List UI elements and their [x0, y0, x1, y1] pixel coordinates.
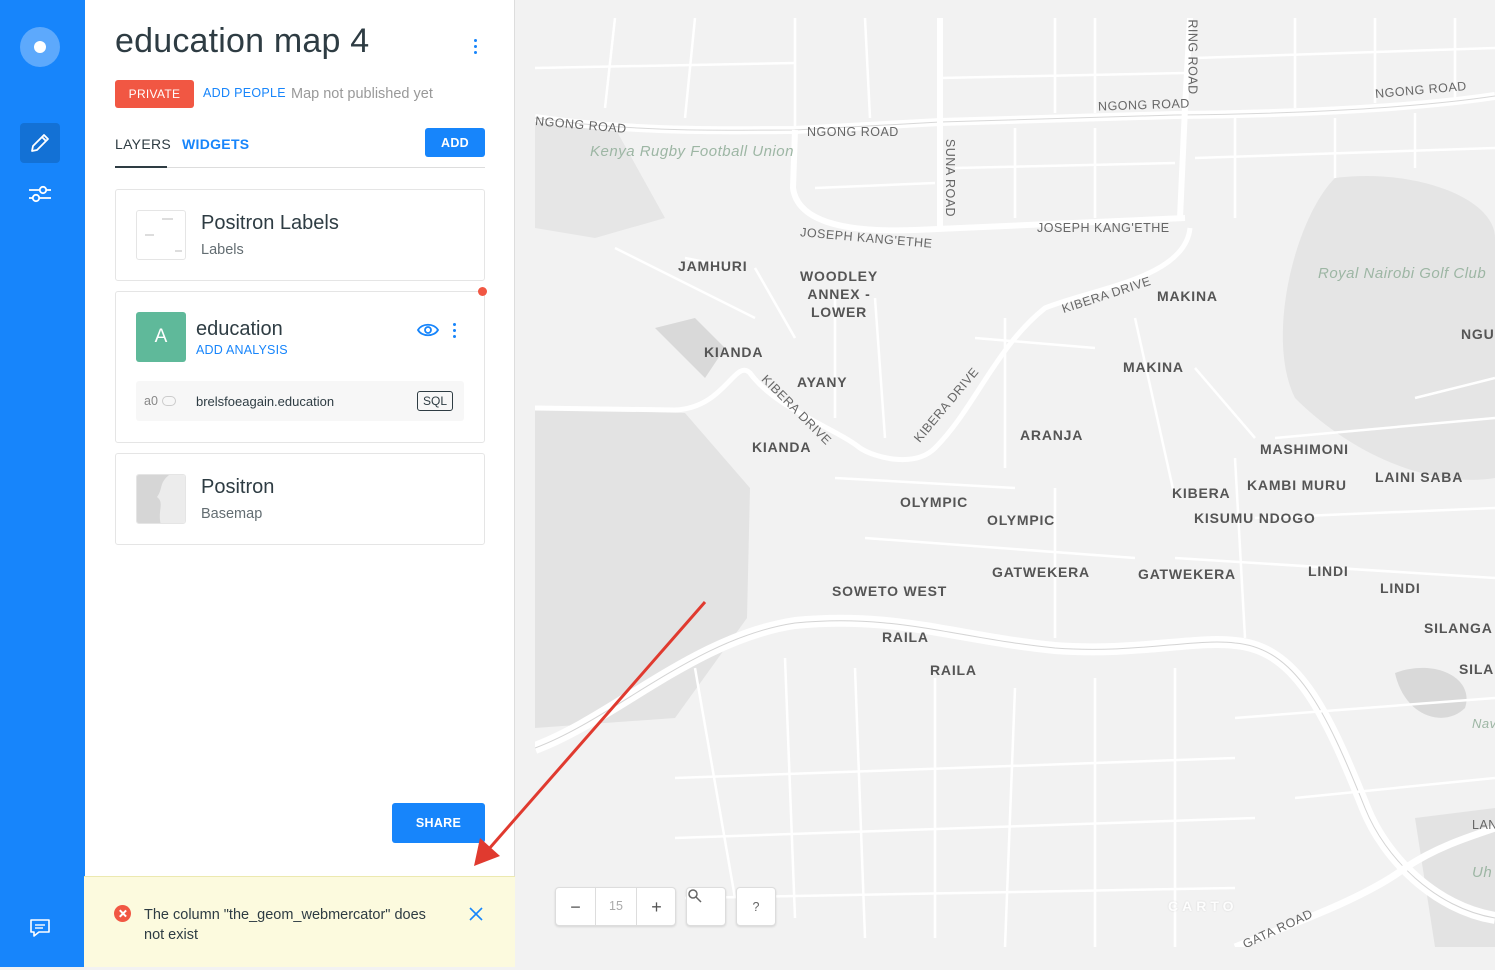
- error-dot-indicator: [478, 287, 487, 296]
- publish-status: Map not published yet: [291, 86, 433, 102]
- node-toggle-icon: [162, 396, 176, 406]
- place-label: ARANJA: [1020, 427, 1084, 443]
- active-tab-indicator: [115, 166, 167, 168]
- road-label: LAN: [1472, 818, 1495, 832]
- poi-label: Nav: [1472, 716, 1495, 731]
- road-label: SUNA ROAD: [943, 138, 958, 218]
- place-label: OLYMPIC: [900, 494, 969, 510]
- zoom-control: − 15 +: [555, 887, 676, 926]
- zoom-in-button[interactable]: +: [636, 888, 676, 926]
- error-message: The column "the_geom_webmercator" does n…: [144, 907, 426, 943]
- search-button[interactable]: [686, 887, 726, 926]
- place-label: KAMBI MURU: [1247, 477, 1347, 493]
- place-label: GATWEKERA: [1138, 566, 1236, 582]
- chat-icon[interactable]: [20, 908, 60, 948]
- place-label: MAKINA: [1123, 359, 1184, 375]
- layer-letter-badge: A: [136, 312, 186, 362]
- node-id: a0: [144, 394, 158, 408]
- close-icon[interactable]: [467, 905, 485, 923]
- road-label: RING ROAD: [1185, 19, 1200, 95]
- zoom-out-button[interactable]: −: [556, 888, 596, 926]
- layer-card-education[interactable]: A education ADD ANALYSIS a0 brelsfoeagai…: [115, 287, 487, 443]
- add-people-link[interactable]: ADD PEOPLE: [203, 86, 286, 100]
- app-window: education map 4 PRIVATE ADD PEOPLE Map n…: [0, 0, 1495, 970]
- place-label: KISUMU NDOGO: [1194, 510, 1316, 526]
- place-label: GATWEKERA: [992, 564, 1090, 580]
- place-label: LAINI SABA: [1375, 469, 1464, 485]
- privacy-button[interactable]: PRIVATE: [115, 80, 194, 108]
- map-title[interactable]: education map 4: [115, 22, 369, 61]
- place-label: SOWETO WEST: [832, 583, 948, 599]
- editor-panel: education map 4 PRIVATE ADD PEOPLE Map n…: [85, 0, 515, 967]
- map-view[interactable]: NGONG ROAD NGONG ROAD NGONG ROAD NGONG R…: [535, 18, 1495, 947]
- left-rail: [0, 0, 85, 967]
- layer-card-labels[interactable]: Positron Labels Labels: [115, 189, 485, 281]
- place-label: RAILA: [882, 629, 929, 645]
- place-label: AYANY: [797, 374, 848, 390]
- layer-title: Positron: [201, 476, 275, 498]
- place-label: KIBERA: [1172, 485, 1231, 501]
- labels-thumbnail: [136, 210, 186, 260]
- layer-card-basemap[interactable]: Positron Basemap: [115, 453, 485, 545]
- layer-title: Positron Labels: [201, 212, 339, 234]
- tab-widgets[interactable]: WIDGETS: [182, 136, 249, 152]
- error-icon: [114, 905, 131, 922]
- tab-bar: LAYERS WIDGETS ADD: [115, 128, 485, 168]
- place-label: JAMHURI: [678, 258, 748, 274]
- place-label: RAILA: [930, 662, 977, 678]
- layer-subtitle: Basemap: [201, 506, 263, 522]
- place-label: WOODLEY ANNEX - LOWER: [800, 268, 878, 320]
- basemap-thumbnail: [136, 474, 186, 524]
- add-layer-button[interactable]: ADD: [425, 128, 485, 157]
- place-label: LINDI: [1380, 580, 1421, 596]
- layer-options-icon[interactable]: [446, 320, 462, 340]
- search-icon: [688, 889, 702, 903]
- pencil-icon[interactable]: [20, 123, 60, 163]
- place-label: SILAN: [1459, 661, 1495, 677]
- layer-subtitle: Labels: [201, 242, 244, 258]
- road-label: NGONG ROAD: [807, 125, 899, 139]
- map-options-icon[interactable]: [465, 36, 485, 56]
- place-label: MAKINA: [1157, 288, 1218, 304]
- poi-label: Kenya Rugby Football Union: [590, 143, 794, 160]
- carto-logo-icon[interactable]: [20, 27, 60, 67]
- tab-layers[interactable]: LAYERS: [115, 136, 171, 152]
- place-label: NGU: [1461, 326, 1495, 342]
- layer-title[interactable]: education: [196, 318, 283, 341]
- zoom-level: 15: [609, 899, 623, 913]
- place-label: MASHIMONI: [1260, 441, 1349, 457]
- error-notification: The column "the_geom_webmercator" does n…: [84, 876, 515, 967]
- carto-attribution: CARTO: [1168, 898, 1238, 914]
- sliders-icon[interactable]: [20, 174, 60, 214]
- place-label: SILANGA: [1424, 620, 1493, 636]
- share-button[interactable]: SHARE: [392, 803, 485, 843]
- add-analysis-link[interactable]: ADD ANALYSIS: [196, 343, 288, 357]
- place-label: OLYMPIC: [987, 512, 1056, 528]
- sql-badge[interactable]: SQL: [417, 391, 453, 411]
- eye-icon[interactable]: [416, 320, 440, 340]
- source-name: brelsfoeagain.education: [196, 394, 335, 409]
- poi-label: Uh: [1472, 864, 1493, 881]
- place-label: KIANDA: [752, 439, 812, 455]
- place-label: KIANDA: [704, 344, 764, 360]
- source-node[interactable]: a0 brelsfoeagain.education SQL: [136, 381, 464, 421]
- road-label: JOSEPH KANG'ETHE: [1037, 221, 1170, 235]
- help-button[interactable]: ?: [736, 887, 776, 926]
- poi-label: Royal Nairobi Golf Club: [1318, 265, 1487, 282]
- place-label: LINDI: [1308, 563, 1349, 579]
